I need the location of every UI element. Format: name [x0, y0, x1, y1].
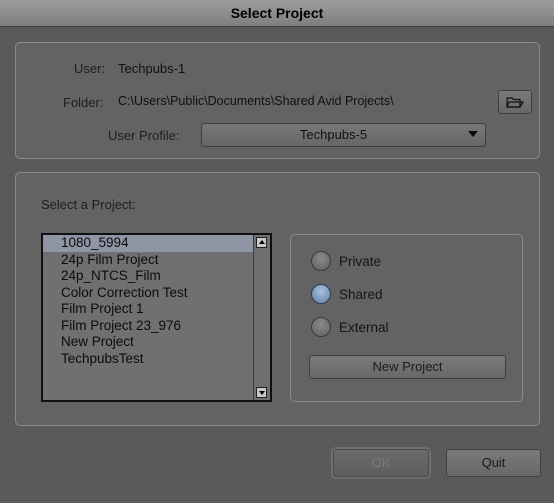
radio-shared-icon[interactable] — [311, 284, 331, 304]
user-label: User: — [74, 61, 106, 76]
radio-shared-label: Shared — [339, 286, 383, 302]
user-value: Techpubs-1 — [118, 61, 186, 76]
user-profile-dropdown[interactable]: Techpubs-5 — [201, 123, 486, 147]
scroll-down-icon[interactable] — [256, 387, 267, 398]
folder-browse-icon — [506, 96, 524, 108]
scroll-up-icon[interactable] — [256, 237, 267, 248]
project-list-item[interactable]: 24p Film Project — [43, 252, 254, 269]
radio-external-label: External — [339, 319, 389, 335]
project-list-items: 1080_5994 24p Film Project 24p_NTCS_Film… — [43, 235, 254, 400]
radio-external[interactable]: External — [311, 316, 389, 338]
chevron-down-icon — [468, 131, 478, 137]
ok-button[interactable]: OK — [333, 449, 429, 477]
radio-private-icon[interactable] — [311, 251, 331, 271]
folder-path: C:\Users\Public\Documents\Shared Avid Pr… — [118, 94, 394, 108]
project-list-item[interactable]: 24p_NTCS_Film — [43, 268, 254, 285]
new-project-button[interactable]: New Project — [309, 355, 506, 379]
radio-shared[interactable]: Shared — [311, 283, 383, 305]
project-list-item[interactable]: New Project — [43, 334, 254, 351]
folder-browse-button[interactable] — [498, 90, 532, 114]
quit-button[interactable]: Quit — [446, 449, 541, 477]
project-list-item[interactable]: Film Project 1 — [43, 301, 254, 318]
project-list-item[interactable]: Color Correction Test — [43, 285, 254, 302]
project-list-item[interactable]: TechpubsTest — [43, 351, 254, 368]
radio-private[interactable]: Private — [311, 250, 381, 272]
user-profile-label: User Profile: — [108, 128, 180, 143]
folder-label: Folder: — [63, 95, 104, 110]
project-list-item[interactable]: Film Project 23_976 — [43, 318, 254, 335]
user-profile-value: Techpubs-5 — [299, 127, 368, 142]
project-list-scrollbar[interactable] — [253, 235, 270, 400]
project-list[interactable]: 1080_5994 24p Film Project 24p_NTCS_Film… — [41, 233, 272, 402]
select-project-dialog: Select Project User: Techpubs-1 Folder: … — [0, 0, 554, 503]
radio-external-icon[interactable] — [311, 317, 331, 337]
project-type-group: Private Shared External New Project — [290, 234, 523, 402]
dialog-title: Select Project — [0, 0, 554, 27]
project-list-item[interactable]: 1080_5994 — [43, 235, 254, 252]
select-project-label: Select a Project: — [41, 197, 136, 212]
radio-private-label: Private — [339, 253, 382, 269]
